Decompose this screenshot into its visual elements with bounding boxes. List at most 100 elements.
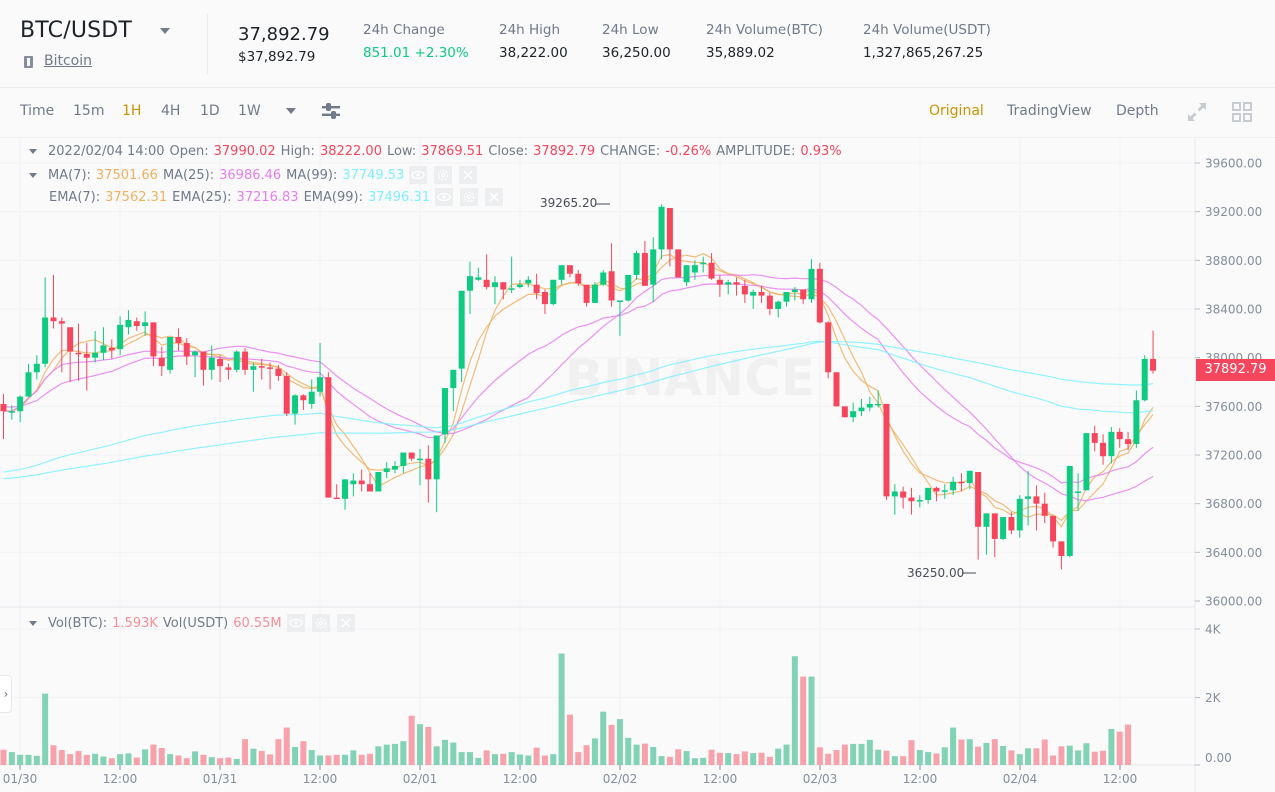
volume-tick-label: 4K — [1205, 623, 1222, 637]
candle — [658, 204, 665, 260]
candle — [716, 274, 723, 297]
volume-bar — [816, 747, 823, 765]
ma-visibility-eye-icon[interactable] — [409, 166, 428, 184]
candle — [17, 395, 24, 423]
ma-close-icon[interactable] — [459, 166, 478, 184]
time-tick-label: 01/31 — [203, 772, 238, 786]
candle-body — [375, 472, 382, 492]
volume-bar — [8, 752, 15, 765]
candle-body — [1150, 358, 1157, 371]
candle-body — [600, 272, 607, 285]
volume-bar — [150, 744, 157, 765]
candle-body — [325, 377, 332, 498]
candle — [1091, 425, 1098, 452]
ma-settings-gear-icon[interactable] — [434, 166, 453, 184]
price-axis: 39600.0039200.0038800.0038400.0038000.00… — [1195, 157, 1262, 609]
candle — [33, 355, 40, 380]
chart-scroll-handle[interactable]: › — [0, 675, 12, 713]
candle-body — [1041, 503, 1048, 516]
candle — [816, 262, 823, 324]
candle — [258, 358, 265, 380]
candle — [358, 469, 365, 492]
candle — [591, 282, 598, 303]
volume-bar — [417, 724, 423, 765]
candle-body — [866, 403, 873, 408]
volume-bar — [50, 745, 57, 765]
candle-body — [850, 411, 857, 418]
volume-visibility-eye-icon[interactable] — [286, 614, 305, 632]
candlestick-chart[interactable]: BINANCE 39600.00 39200.00 38800.00 38400.00… — [0, 0, 1275, 792]
candle — [891, 484, 898, 515]
candle — [958, 473, 965, 492]
candle-body — [975, 472, 982, 527]
ema7-value: 37562.31 — [105, 189, 168, 205]
candle-body — [125, 319, 132, 328]
volume-bar — [850, 743, 857, 765]
candle — [83, 343, 90, 391]
candle — [1041, 492, 1048, 524]
candle — [550, 279, 557, 306]
candle-body — [675, 249, 682, 278]
candle-body — [67, 327, 74, 352]
volume-legend-collapse-icon[interactable] — [29, 620, 37, 626]
volume-bar — [258, 751, 265, 765]
ohlc-legend-collapse-icon[interactable] — [29, 149, 37, 154]
candle — [250, 362, 257, 392]
ema-close-icon[interactable] — [485, 188, 503, 206]
volume-bar — [775, 748, 782, 765]
volume-bar — [441, 739, 448, 765]
candle-body — [808, 268, 815, 300]
candle-body — [1108, 431, 1115, 457]
time-tick-label: 02/04 — [1003, 772, 1038, 786]
volume-bar — [317, 755, 324, 765]
candle-body — [1000, 517, 1007, 539]
candle-body — [858, 407, 865, 412]
volume-bar — [392, 743, 399, 765]
volume-bar — [891, 756, 898, 765]
volume-bar — [1075, 750, 1082, 765]
candle — [941, 484, 948, 499]
ema-settings-gear-icon[interactable] — [460, 188, 478, 206]
candle-body — [1033, 496, 1040, 504]
candle — [1150, 330, 1157, 374]
candle-body — [916, 500, 923, 502]
candle-body — [175, 336, 182, 344]
volume-close-icon[interactable] — [336, 614, 355, 632]
candle — [566, 265, 573, 278]
candle — [650, 237, 657, 302]
candle — [1075, 473, 1082, 511]
ma-legend-collapse-icon[interactable] — [29, 172, 37, 178]
volume-bar — [508, 752, 515, 765]
candle-body — [1091, 433, 1098, 443]
volume-bar — [325, 755, 332, 765]
volume-bar — [1025, 748, 1032, 765]
volume-bar — [275, 739, 282, 765]
volume-bar — [1125, 724, 1132, 765]
candle-body — [317, 377, 324, 392]
candle — [725, 279, 732, 295]
candle — [117, 316, 124, 356]
volume-legend: Vol(BTC): 1.593K Vol(USDT) 60.55M — [29, 614, 362, 632]
ma7-label: MA(7): — [48, 167, 91, 183]
ma-legend: MA(7): 37501.66 MA(25): 36986.46 MA(99): 37… — [29, 166, 484, 184]
candle — [1141, 355, 1148, 402]
volume-bar — [1033, 748, 1040, 765]
ema-visibility-eye-icon[interactable] — [435, 188, 453, 206]
candle-body — [300, 395, 307, 401]
volume-bar — [483, 750, 490, 765]
ema-legend: EMA(7): 37562.31 EMA(25): 37216.83 EMA(99)… — [49, 188, 510, 206]
volume-bar — [675, 749, 682, 765]
candle-body — [741, 285, 748, 295]
volume-bar — [808, 676, 815, 765]
candle — [25, 363, 32, 397]
candle-body — [966, 470, 973, 483]
candle-body — [883, 403, 890, 497]
min-price-label: 36250.00 — [907, 566, 964, 580]
candle — [616, 300, 623, 336]
candle-body — [583, 284, 590, 303]
volume-bar — [650, 746, 657, 765]
amplitude-label: AMPLITUDE: — [716, 144, 796, 159]
candle — [325, 372, 332, 498]
candle-body — [50, 317, 57, 322]
volume-settings-gear-icon[interactable] — [311, 614, 330, 632]
